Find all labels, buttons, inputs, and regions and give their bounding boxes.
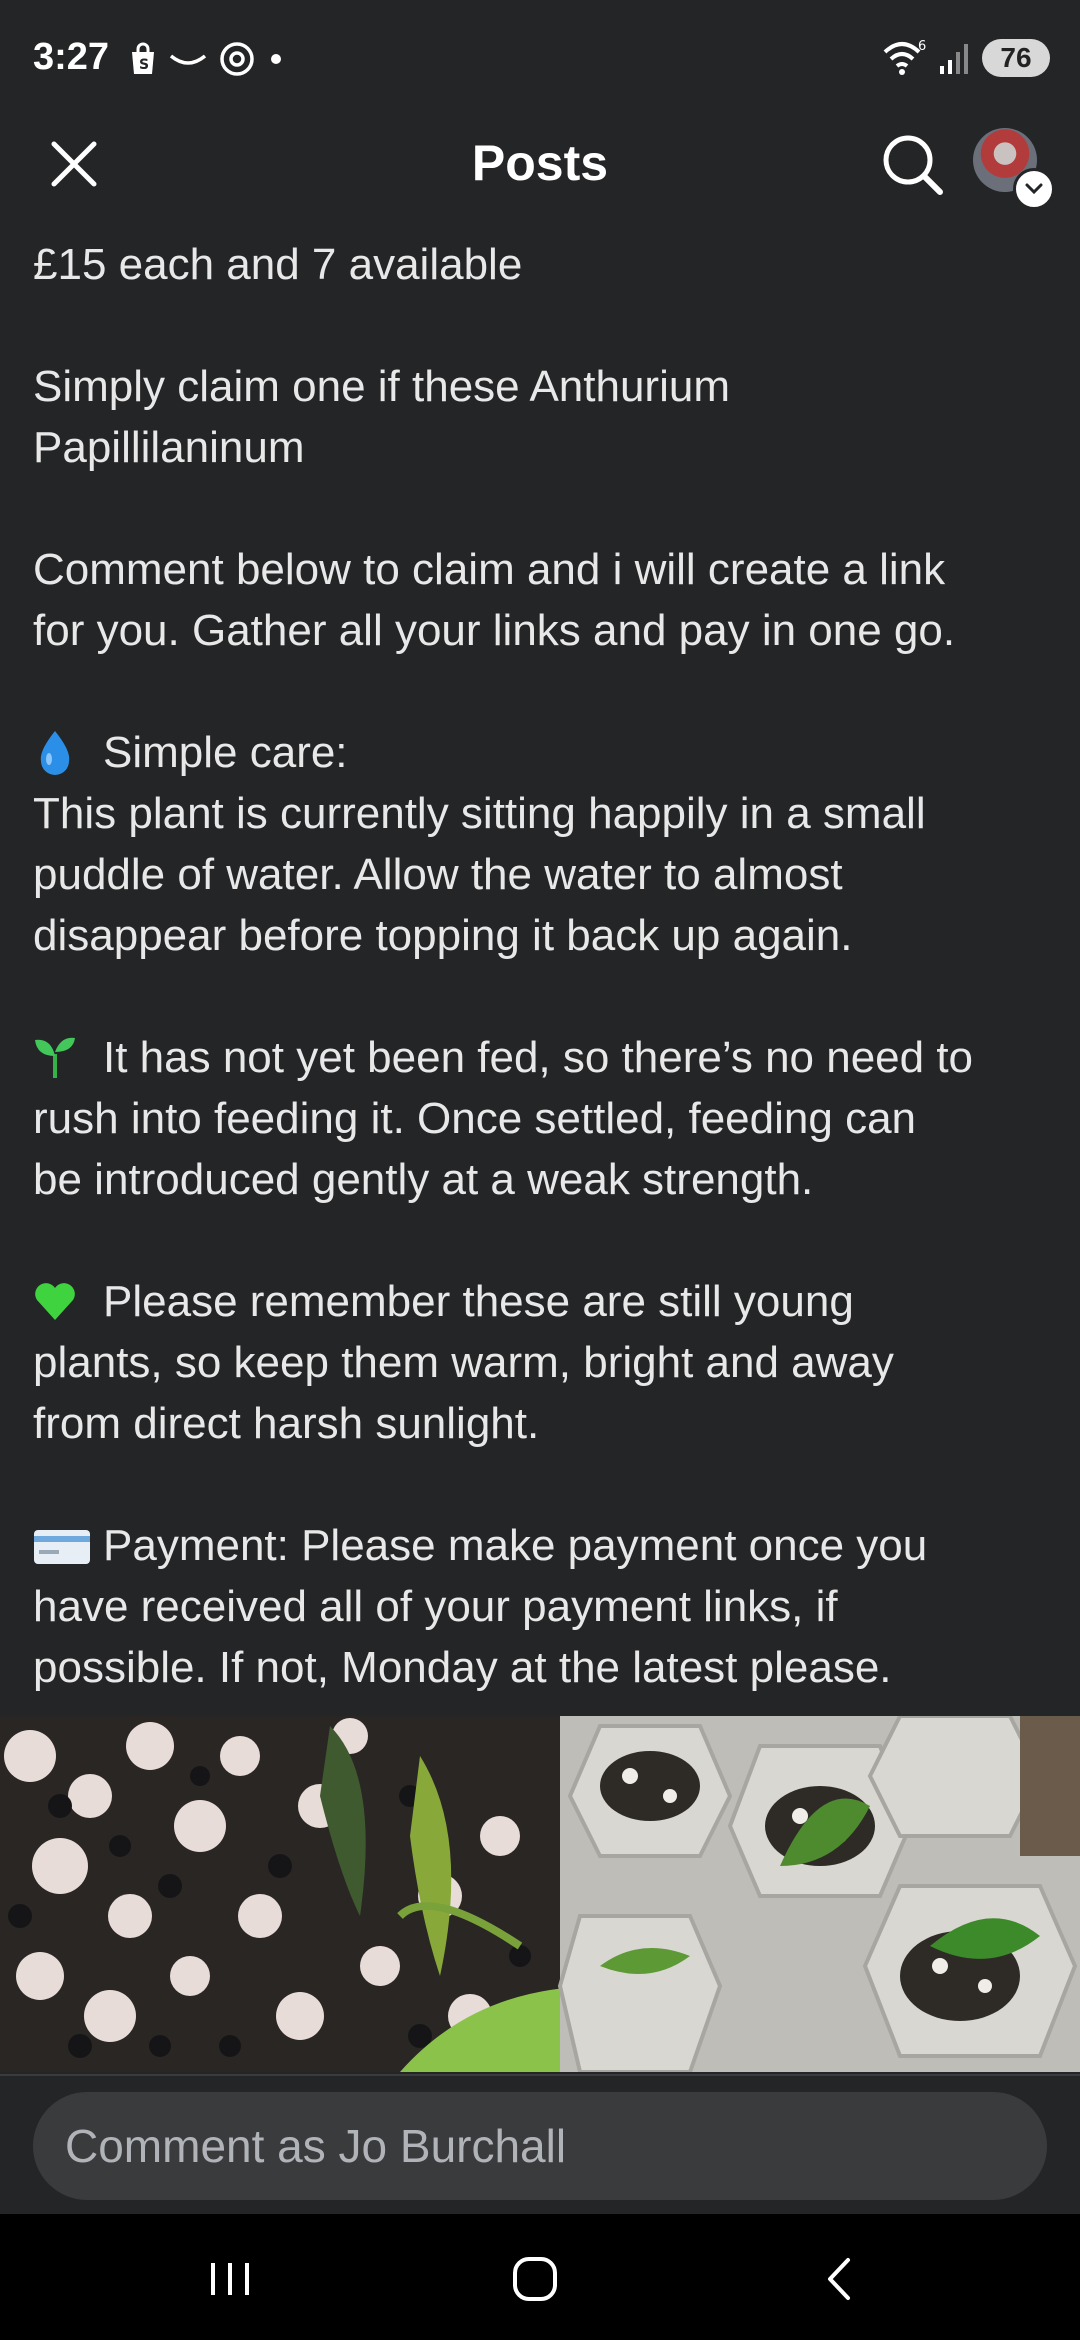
profile-menu-button[interactable] (973, 128, 1055, 210)
signal-icon (940, 44, 968, 74)
post-line: Please remember these are still young (103, 1277, 854, 1326)
post-paragraph: Please remember these are still young pl… (33, 1271, 1053, 1454)
header: Posts (0, 120, 1080, 210)
post-line: Comment below to claim and i will create… (33, 545, 946, 594)
post-paragraph: It has not yet been fed, so there’s no n… (33, 1027, 1053, 1210)
post-photo[interactable] (0, 1716, 1080, 2072)
post-line: from direct harsh sunlight. (33, 1399, 540, 1448)
comment-bar (0, 2074, 1080, 2216)
shopping-bag-icon: S (132, 42, 154, 74)
back-button[interactable] (800, 2244, 880, 2314)
svg-text:S: S (139, 57, 149, 73)
comment-input[interactable] (33, 2092, 1047, 2200)
search-icon (883, 135, 943, 195)
post-paragraph: £15 each and 7 available (33, 234, 1053, 295)
wifi-label: 6 (918, 39, 926, 54)
post-line: for you. Gather all your links and pay i… (33, 606, 956, 655)
post-line-with-emoji: Simple care: (33, 722, 1053, 783)
status-bar: 3:27 S 6 76 (0, 0, 1080, 120)
credit-card-icon (34, 1530, 90, 1564)
green-heart-icon (35, 1283, 75, 1320)
recent-apps-icon (211, 2263, 249, 2295)
status-system-icons: 6 76 (882, 38, 1050, 78)
battery-level: 76 (982, 39, 1050, 77)
wifi-icon: 6 (883, 39, 926, 75)
system-navigation-bar (0, 2214, 1080, 2340)
post-paragraph: Simply claim one if these Anthurium Papi… (33, 356, 1053, 478)
post-line: £15 each and 7 available (33, 240, 523, 289)
home-icon (513, 2257, 557, 2301)
amazon-smile-icon (169, 54, 207, 65)
post-line: This plant is currently sitting happily … (33, 789, 926, 838)
search-button[interactable] (878, 130, 946, 198)
seedling-icon (35, 1037, 75, 1078)
post-line: possible. If not, Monday at the latest p… (33, 1643, 892, 1692)
post-line: It has not yet been fed, so there’s no n… (103, 1033, 974, 1082)
back-icon (828, 2258, 850, 2300)
chevron-down-icon (1013, 168, 1055, 210)
post-line: disappear before topping it back up agai… (33, 911, 853, 960)
status-time: 3:27 (33, 36, 110, 78)
recent-apps-button[interactable] (190, 2244, 270, 2314)
post-line: puddle of water. Allow the water to almo… (33, 850, 843, 899)
droplet-icon (40, 731, 70, 775)
post-line-with-emoji: It has not yet been fed, so there’s no n… (33, 1027, 1053, 1088)
post-paragraph: Payment: Please make payment once you ha… (33, 1515, 1053, 1698)
post-paragraph: Comment below to claim and i will create… (33, 539, 1053, 661)
post-line-with-emoji: Please remember these are still young (33, 1271, 1053, 1332)
threads-icon (220, 42, 254, 76)
post-line: have received all of your payment links,… (33, 1582, 838, 1631)
post-line: plants, so keep them warm, bright and aw… (33, 1338, 894, 1387)
plant-photo-illustration (0, 1716, 1080, 2072)
dot-icon (271, 54, 281, 64)
post-line: Papillilaninum (33, 423, 305, 472)
home-button[interactable] (495, 2244, 575, 2314)
post-line-with-emoji: Payment: Please make payment once you (33, 1515, 1053, 1576)
post-line: be introduced gently at a weak strength. (33, 1155, 814, 1204)
status-notification-icons: S (128, 40, 286, 78)
post-line: Payment: Please make payment once you (103, 1521, 928, 1570)
post-line: Simply claim one if these Anthurium (33, 362, 730, 411)
post-line: Simple care: (103, 728, 348, 777)
post-paragraph: Simple care: This plant is currently sit… (33, 722, 1053, 966)
post-line: rush into feeding it. Once settled, feed… (33, 1094, 917, 1143)
post-body: £15 each and 7 available Simply claim on… (33, 234, 1053, 1698)
